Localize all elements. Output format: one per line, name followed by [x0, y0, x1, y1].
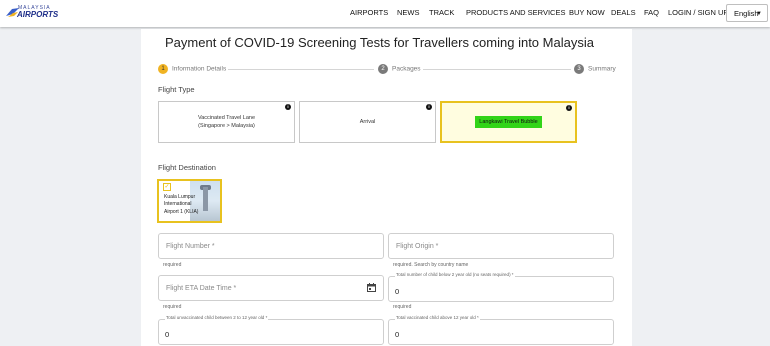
unvaccinated-child-label: Total unvaccinated child between 2 to 12… [165, 315, 269, 320]
step-label: Summary [588, 65, 616, 73]
child-below-2-field[interactable]: Total number of child below 2 year old (… [388, 272, 614, 302]
flight-origin-helper: required. Search by country name [393, 262, 469, 268]
nav-login-signup[interactable]: LOGIN / SIGN UP [668, 8, 728, 20]
flight-type-label: Flight Type [158, 85, 195, 94]
logo-big-text: AIRPORTS [17, 10, 59, 19]
nav-airports[interactable]: AIRPORTS [350, 8, 388, 20]
flight-origin-placeholder: Flight Origin * [396, 243, 439, 250]
flight-eta-placeholder: Flight ETA Date Time * [166, 285, 237, 292]
option-label: Arrival [359, 118, 376, 125]
top-navigation-bar: MALAYSIA AIRPORTS AIRPORTS NEWS TRACK PR… [0, 0, 770, 27]
child-below-2-helper: required [393, 304, 412, 310]
flight-number-helper: required [163, 262, 182, 268]
malaysia-airports-logo[interactable]: MALAYSIA AIRPORTS [6, 5, 58, 21]
step-label: Information Details [172, 65, 227, 73]
flight-number-placeholder: Flight Number * [166, 243, 215, 250]
step-number: 1 [158, 64, 168, 74]
vaccinated-child-value: 0 [395, 330, 400, 339]
info-icon[interactable]: i [566, 105, 572, 111]
nav-track[interactable]: TRACK [429, 8, 454, 20]
flight-eta-helper: required [163, 304, 182, 310]
flight-type-langkawi-travel-bubble[interactable]: Langkawi Travel Bubble i [440, 101, 577, 143]
child-below-2-label: Total number of child below 2 year old (… [395, 272, 515, 277]
nav-buy-now[interactable]: BUY NOW [569, 8, 605, 20]
page-title: Payment of COVID-19 Screening Tests for … [165, 35, 594, 50]
option-label: Langkawi Travel Bubble [475, 115, 542, 129]
flight-number-field[interactable]: Flight Number * [158, 233, 384, 259]
step-number: 3 [574, 64, 584, 74]
unvaccinated-child-field[interactable]: Total unvaccinated child between 2 to 12… [158, 315, 384, 345]
language-select[interactable]: English ▼ [726, 4, 768, 22]
nav-deals[interactable]: DEALS [611, 8, 636, 20]
vaccinated-child-field[interactable]: Total vaccinated child above 12 year old… [388, 315, 614, 345]
nav-faq[interactable]: FAQ [644, 8, 659, 20]
step-connector [423, 69, 571, 70]
child-below-2-value: 0 [395, 287, 400, 296]
control-tower [203, 187, 208, 211]
flight-eta-datetime-field[interactable]: Flight ETA Date Time * [158, 275, 384, 301]
option-sublabel: (Singapore > Malaysia) [198, 123, 255, 129]
language-value: English [734, 9, 759, 18]
flight-destination-label: Flight Destination [158, 163, 216, 172]
nav-news[interactable]: NEWS [397, 8, 420, 20]
vaccinated-child-label: Total vaccinated child above 12 year old… [395, 315, 480, 320]
destination-card-klia[interactable]: ✓ Kuala Lumpur International Airport 1 (… [157, 179, 222, 223]
step-connector [228, 69, 374, 70]
step-label: Packages [392, 65, 421, 73]
option-label: Vaccinated Travel Lane [197, 114, 256, 121]
step-packages: 2 Packages [378, 64, 421, 75]
form-card: Payment of COVID-19 Screening Tests for … [141, 29, 632, 346]
calendar-icon[interactable] [367, 283, 376, 292]
destination-label: Kuala Lumpur International Airport 1 (KL… [164, 194, 199, 215]
flight-origin-field[interactable]: Flight Origin * [388, 233, 614, 259]
info-icon[interactable]: i [426, 104, 432, 110]
checkbox-checked-icon[interactable]: ✓ [163, 183, 171, 191]
step-information-details: 1 Information Details [158, 64, 226, 75]
flight-type-vaccinated-travel-lane[interactable]: Vaccinated Travel Lane (Singapore > Mala… [158, 101, 295, 143]
unvaccinated-child-value: 0 [165, 330, 170, 339]
step-summary: 3 Summary [574, 64, 616, 75]
flight-type-arrival[interactable]: Arrival i [299, 101, 436, 143]
step-number: 2 [378, 64, 388, 74]
info-icon[interactable]: i [285, 104, 291, 110]
chevron-down-icon: ▼ [756, 11, 762, 17]
nav-products-and-services[interactable]: PRODUCTS AND SERVICES [466, 8, 565, 20]
